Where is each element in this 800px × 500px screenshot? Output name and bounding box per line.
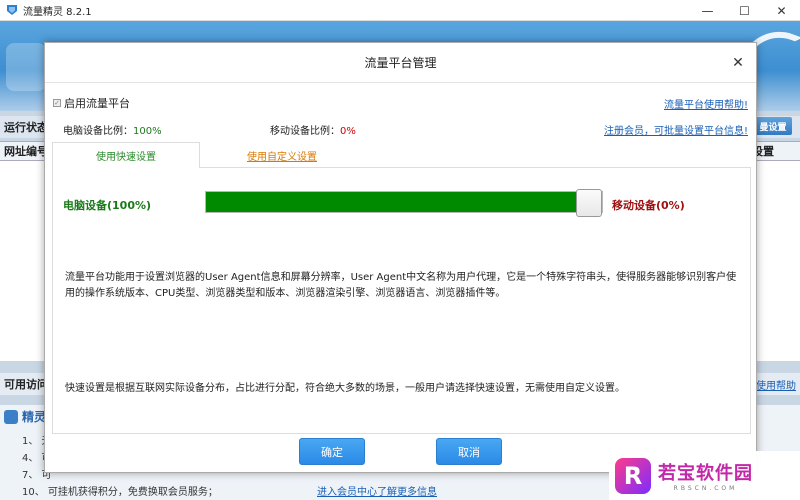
app-logo-icon (7, 5, 17, 15)
mobile-device-label: 移动设备(0%) (612, 199, 685, 212)
slider-fill (206, 192, 579, 212)
enable-platform-checkbox[interactable]: ✓ (53, 99, 61, 107)
visit-help-link[interactable]: 使用帮助 (756, 377, 796, 392)
mobile-ratio-value: 0% (340, 126, 356, 137)
settings-tabs: 使用快速设置 使用自定义设置 (52, 142, 751, 168)
tip-item: 10、 可挂机获得积分，免费换取会员服务； (22, 487, 218, 498)
pc-ratio: 电脑设备比例：100% (63, 122, 162, 137)
quick-settings-panel: 电脑设备(100%) 移动设备(0%) 流量平台功能用于设置浏览器的User A… (52, 167, 751, 434)
feature-description: 流量平台功能用于设置浏览器的User Agent信息和屏幕分辨率，User Ag… (65, 272, 737, 299)
register-member-link[interactable]: 注册会员，可批量设置平台信息! (604, 122, 748, 137)
status-label: 运行状态 (4, 121, 48, 134)
tips-header: 精灵 (4, 408, 46, 425)
pc-device-label: 电脑设备(100%) (63, 199, 152, 212)
device-ratio-slider[interactable] (205, 189, 603, 217)
ok-button[interactable]: 确定 (299, 438, 365, 465)
banner-graphic (6, 43, 46, 91)
site-watermark-logo: R 若宝软件园 RBSCN.COM (609, 451, 800, 500)
list-header-url-id: 网址编号 (4, 145, 48, 158)
pc-ratio-value: 100% (133, 126, 162, 137)
platform-help-link[interactable]: 流量平台使用帮助! (664, 96, 748, 111)
enable-platform-checkbox-row[interactable]: ✓ 启用流量平台 (53, 95, 130, 111)
watermark-sub: RBSCN.COM (673, 485, 738, 492)
minimize-button[interactable]: — (689, 0, 726, 21)
tab-custom-settings[interactable]: 使用自定义设置 (202, 142, 362, 168)
mobile-ratio-label: 移动设备比例： (270, 126, 340, 137)
watermark-name: 若宝软件园 (658, 463, 753, 484)
quick-settings-note: 快速设置是根据互联网实际设备分布，占比进行分配，符合绝大多数的场景，一般用户请选… (65, 383, 625, 394)
tab-quick-settings[interactable]: 使用快速设置 (52, 142, 200, 168)
dialog-title: 流量平台管理 (45, 43, 756, 83)
maximize-button[interactable]: ☐ (726, 0, 763, 21)
dialog-close-icon[interactable]: ✕ (730, 55, 746, 71)
cancel-button[interactable]: 取消 (436, 438, 502, 465)
app-titlebar: 流量精灵 8.2.1 — ☐ ✕ (0, 0, 800, 21)
mobile-ratio: 移动设备比例：0% (270, 122, 356, 137)
watermark-badge-icon: R (615, 457, 651, 494)
app-title: 流量精灵 8.2.1 (23, 6, 92, 18)
tips-title: 精灵 (22, 410, 47, 424)
visit-label: 可用访问 (4, 378, 48, 391)
shield-icon (4, 409, 18, 424)
pc-ratio-label: 电脑设备比例： (63, 126, 133, 137)
platform-manager-dialog: 流量平台管理 ✕ ✓ 启用流量平台 流量平台使用帮助! 电脑设备比例：100% … (44, 42, 757, 473)
window-close-button[interactable]: ✕ (763, 0, 800, 21)
slider-thumb[interactable] (576, 189, 602, 217)
member-center-link[interactable]: 进入会员中心了解更多信息 (317, 483, 437, 498)
status-settings-button[interactable]: 曼设置 (754, 117, 792, 135)
enable-platform-label: 启用流量平台 (64, 97, 130, 110)
